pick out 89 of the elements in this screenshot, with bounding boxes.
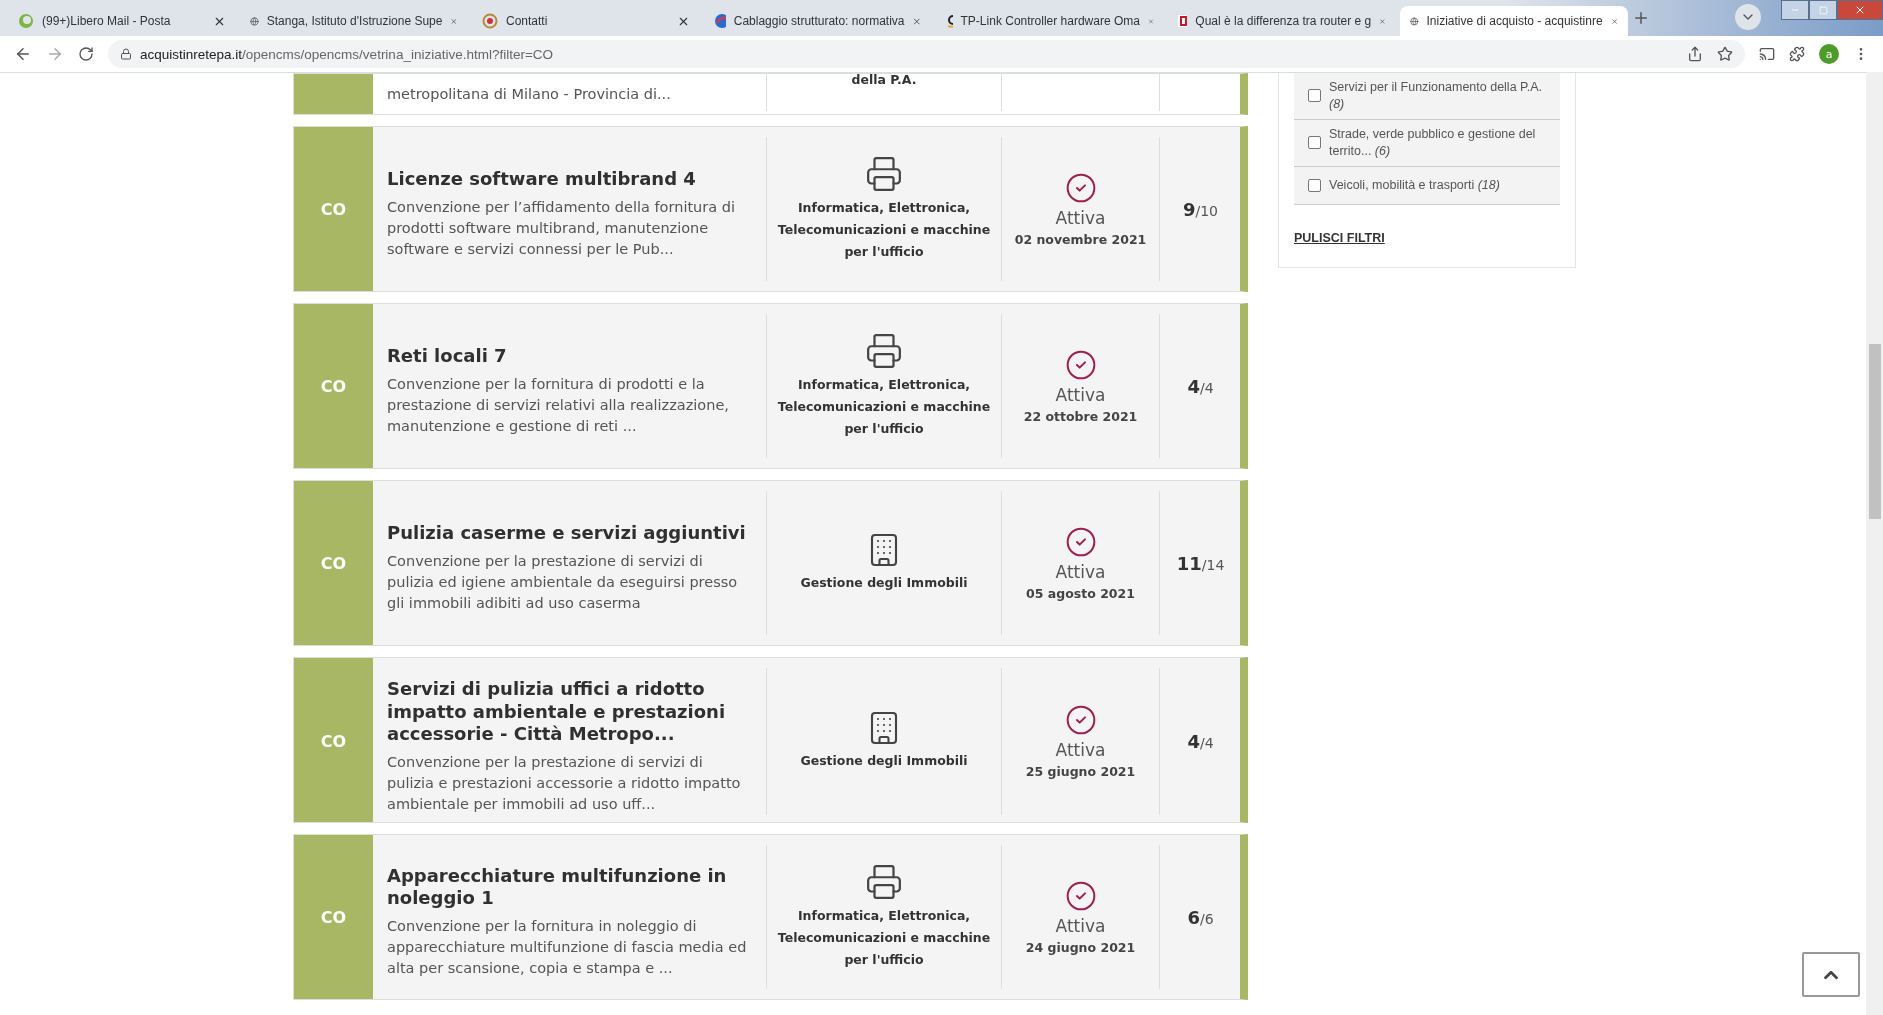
lot-count: 11/14 <box>1176 552 1225 574</box>
card-description: Convenzione per la fornitura in noleggio di apparecchiature multifunzione di fascia media ed alta per scansione, copia e stampa e ... <box>387 916 748 978</box>
reload-icon[interactable] <box>78 46 94 62</box>
lock-icon <box>120 48 132 60</box>
status-text: Attiva <box>1055 915 1106 936</box>
type-code: CO <box>294 835 373 999</box>
check-circle-icon <box>1064 348 1097 381</box>
lot-count: 4/4 <box>1187 375 1214 397</box>
status-text: Attiva <box>1055 739 1106 760</box>
category-text: Informatica, Elettronica, Telecomunicazioni e macchine per l'ufficio <box>776 376 992 438</box>
category-text: Gestione degli Immobili <box>800 752 968 771</box>
maximize-icon <box>1818 5 1828 15</box>
type-code: CO <box>294 658 373 822</box>
date-text: 22 ottobre 2021 <box>1023 408 1138 424</box>
card-title[interactable]: Reti locali 7 <box>387 345 754 368</box>
check-circle-icon <box>1064 879 1097 912</box>
back-to-top-button[interactable] <box>1802 952 1860 997</box>
scrollbar-thumb[interactable] <box>1869 344 1881 519</box>
filter-label: Veicoli, mobilità e trasporti (18) <box>1329 176 1500 194</box>
scrollbar[interactable] <box>1866 72 1883 1015</box>
crest-icon <box>482 13 498 29</box>
checkbox[interactable] <box>1308 178 1321 192</box>
card-description: Convenzione per la prestazione di servizi di pulizia e prestazioni accessorie a ridotto impatto ambientale per immobili ad uso uff... <box>387 752 742 814</box>
address-field[interactable]: acquistinretepa.it/opencms/opencms/vetrina_iniziative.html?filter=CO <box>108 40 1745 68</box>
check-circle-icon <box>1064 703 1097 736</box>
minimize-button[interactable] <box>1781 0 1809 20</box>
initiative-card[interactable] <box>293 480 1248 646</box>
card-title[interactable]: Servizi di pulizia uffici a ridotto impatto ambientale e prestazioni accessorie - Città Metropo... <box>387 678 754 746</box>
filter-option[interactable]: Servizi per il Funzionamento della P.A. (8) <box>1294 73 1560 120</box>
card-description: Convenzione per l’affidamento della fornitura di prodotti software multibrand, manutenzione software e servizi connessi per le Pub... <box>387 197 736 259</box>
browser-tab[interactable]: TP-Link Controller hardware Oma <box>936 6 1164 36</box>
check-circle-icon <box>1064 171 1097 204</box>
card-description: Convenzione per la prestazione di servizi di pulizia ed igiene ambientale da eseguirsi presso gli immobili adibiti ad uso caserma <box>387 551 739 613</box>
browser-tab[interactable]: (99+)Libero Mail - Posta <box>8 6 236 36</box>
card-title[interactable]: Licenze software multibrand 4 <box>387 168 754 191</box>
initiative-card[interactable] <box>293 126 1248 292</box>
status-text: Attiva <box>1055 207 1106 228</box>
browser-tab[interactable]: Stanga, Istituto d'Istruzione Supe <box>240 6 468 36</box>
lot-count: 4/4 <box>1187 730 1214 752</box>
category-text: Informatica, Elettronica, Telecomunicazioni e macchine per l'ufficio <box>776 907 992 969</box>
bookmark-star-icon[interactable] <box>1717 46 1733 62</box>
card-description: metropolitana di Milano - Provincia di... <box>387 85 672 104</box>
status-text: Attiva <box>1055 561 1106 582</box>
status-text: Attiva <box>1055 384 1106 405</box>
close-icon <box>1854 4 1866 16</box>
browser-tab[interactable]: Cablaggio strutturato: normativa <box>704 6 932 36</box>
checkbox[interactable] <box>1308 89 1321 103</box>
plus-icon <box>1632 9 1650 27</box>
date-text: 24 giugno 2021 <box>1025 939 1136 955</box>
type-code: CO <box>294 481 373 645</box>
type-code: CO <box>294 304 373 468</box>
lot-count: 9/10 <box>1182 198 1219 220</box>
filter-option[interactable]: Strade, verde pubblico e gestione del territo... (6) <box>1294 119 1560 167</box>
cast-icon[interactable] <box>1759 46 1775 62</box>
date-text: 02 novembre 2021 <box>1014 231 1147 247</box>
card-title[interactable]: Pulizia caserme e servizi aggiuntivi <box>387 522 754 545</box>
initiative-card[interactable] <box>293 657 1248 823</box>
maximize-button[interactable] <box>1809 0 1837 20</box>
browser-tab[interactable]: Iniziative di acquisto - acquistinre <box>1400 6 1628 36</box>
date-text: 05 agosto 2021 <box>1026 585 1135 601</box>
clear-filters-link[interactable]: PULISCI FILTRI <box>1294 230 1385 245</box>
back-icon[interactable] <box>14 45 32 63</box>
lot-count: 6/6 <box>1187 906 1214 928</box>
profile-avatar[interactable]: a <box>1819 44 1839 64</box>
date-text: 25 giugno 2021 <box>1025 763 1136 779</box>
type-code: CO <box>294 127 373 291</box>
check-circle-icon <box>1064 525 1097 558</box>
printer-icon <box>865 332 903 371</box>
printer-icon <box>865 863 903 902</box>
category-text: Informatica, Elettronica, Telecomunicazioni e macchine per l'ufficio <box>776 199 992 261</box>
share-icon[interactable] <box>1687 46 1703 62</box>
category-text: della P.A. <box>851 74 917 87</box>
initiative-card[interactable] <box>293 834 1248 1000</box>
browser-tab[interactable]: Contatti <box>472 6 700 36</box>
extensions-icon[interactable] <box>1789 46 1805 62</box>
checkbox[interactable] <box>1308 136 1321 150</box>
logo-icon <box>946 14 953 28</box>
logo-icon <box>1178 15 1188 27</box>
browser-tab[interactable]: Qual è la differenza tra router e g <box>1168 6 1396 36</box>
new-tab-button[interactable] <box>1632 9 1650 27</box>
category-text: Gestione degli Immobili <box>800 574 968 593</box>
filter-label: Servizi per il Funzionamento della P.A. (8) <box>1329 79 1544 113</box>
card-title[interactable]: Apparecchiature multifunzione in noleggio 1 <box>387 864 754 910</box>
filter-option[interactable]: Veicoli, mobilità e trasporti (18) <box>1294 166 1560 205</box>
initiative-card[interactable] <box>293 303 1248 469</box>
filter-label: Strade, verde pubblico e gestione del territo... (6) <box>1329 125 1537 160</box>
card-description: Convenzione per la fornitura di prodotti e la prestazione di servizi relativi alla realizzazione, manutenzione e gestione di reti ... <box>387 374 730 436</box>
printer-icon <box>865 155 903 194</box>
forward-icon[interactable] <box>46 45 64 63</box>
